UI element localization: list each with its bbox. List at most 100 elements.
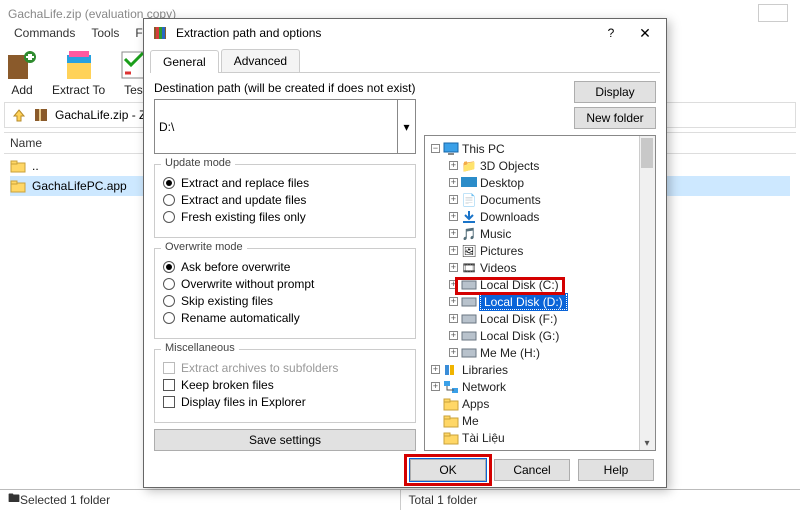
tree-libraries[interactable]: Libraries <box>462 363 508 377</box>
check-display-explorer[interactable]: Display files in Explorer <box>163 395 407 409</box>
videos-icon: 🎞 <box>461 261 477 275</box>
save-settings-button[interactable]: Save settings <box>154 429 416 451</box>
disk-icon <box>461 278 477 292</box>
update-mode-group: Update mode Extract and replace files Ex… <box>154 164 416 238</box>
status-bar: 🖿 Selected 1 folder Total 1 folder <box>0 489 800 509</box>
extract-icon <box>63 49 95 81</box>
menu-commands[interactable]: Commands <box>14 26 75 40</box>
breadcrumb-text: GachaLife.zip - ZI <box>55 108 150 122</box>
tree-disk-g[interactable]: Local Disk (G:) <box>480 329 559 343</box>
menu-tools[interactable]: Tools <box>91 26 119 40</box>
tab-advanced[interactable]: Advanced <box>221 49 300 72</box>
status-right: Total 1 folder <box>401 490 800 510</box>
expander-icon[interactable]: + <box>449 314 458 323</box>
help-button[interactable]: Help <box>578 459 654 481</box>
tree-me[interactable]: Me <box>462 414 479 428</box>
check-extract-to-subfolders: Extract archives to subfolders <box>163 361 407 375</box>
tree-disk-h[interactable]: Me Me (H:) <box>480 346 540 360</box>
radio-extract-update[interactable]: Extract and update files <box>163 193 407 207</box>
tree-downloads[interactable]: Downloads <box>480 210 539 224</box>
tree-disk-f[interactable]: Local Disk (F:) <box>480 312 557 326</box>
archive-icon <box>33 107 49 123</box>
expander-icon[interactable]: + <box>449 212 458 221</box>
radio-fresh-existing[interactable]: Fresh existing files only <box>163 210 407 224</box>
expander-icon[interactable]: + <box>449 297 458 306</box>
expander-icon[interactable]: + <box>449 161 458 170</box>
radio-overwrite-noprompt[interactable]: Overwrite without prompt <box>163 277 407 291</box>
tree-videos[interactable]: Videos <box>480 261 516 275</box>
tree-network[interactable]: Network <box>462 380 506 394</box>
expander-icon[interactable]: + <box>449 178 458 187</box>
dialog-help-button[interactable]: ? <box>598 23 624 43</box>
tree-documents[interactable]: Documents <box>480 193 541 207</box>
window-min-button[interactable] <box>758 4 788 22</box>
check-keep-broken[interactable]: Keep broken files <box>163 378 407 392</box>
disk-icon <box>461 329 477 343</box>
winrar-icon <box>152 25 168 41</box>
radio-extract-replace[interactable]: Extract and replace files <box>163 176 407 190</box>
radio-skip-existing[interactable]: Skip existing files <box>163 294 407 308</box>
ok-button[interactable]: OK <box>410 459 486 481</box>
app-label: GachaLifePC.app <box>32 179 127 193</box>
folder-icon <box>443 414 459 428</box>
disk-icon <box>461 346 477 360</box>
tree-disk-c[interactable]: Local Disk (C:) <box>480 278 559 292</box>
expander-icon[interactable]: + <box>449 348 458 357</box>
expander-icon[interactable]: + <box>449 280 458 289</box>
expander-icon[interactable]: + <box>449 246 458 255</box>
disk-icon <box>461 312 477 326</box>
folder-icon <box>443 431 459 445</box>
radio-ask-before[interactable]: Ask before overwrite <box>163 260 407 274</box>
network-icon <box>443 380 459 394</box>
radio-rename-auto[interactable]: Rename automatically <box>163 311 407 325</box>
dialog-title: Extraction path and options <box>176 26 590 40</box>
extraction-dialog: Extraction path and options ? ✕ General … <box>143 18 667 488</box>
desktop-icon <box>461 176 477 190</box>
libraries-icon <box>443 363 459 377</box>
scroll-thumb[interactable] <box>641 138 653 168</box>
toolbar-add-button[interactable]: Add <box>6 49 38 97</box>
folder-icon: 📁 <box>461 159 477 173</box>
tab-general[interactable]: General <box>150 50 219 73</box>
toolbar-add-label: Add <box>11 83 32 97</box>
expander-icon[interactable]: + <box>449 263 458 272</box>
destination-dropdown-icon[interactable]: ▾ <box>397 100 415 153</box>
tree-disk-d[interactable]: Local Disk (D:) <box>480 294 567 310</box>
expander-icon[interactable]: − <box>431 144 440 153</box>
overwrite-mode-legend: Overwrite mode <box>161 241 247 253</box>
add-icon <box>6 49 38 81</box>
toolbar-extract-button[interactable]: Extract To <box>52 49 105 97</box>
folder-tree[interactable]: − This PC +📁3D Objects +Desktop +📄Docume… <box>424 135 656 451</box>
tree-music[interactable]: Music <box>480 227 511 241</box>
dialog-tabs: General Advanced <box>150 49 660 73</box>
pc-icon <box>443 142 459 156</box>
cancel-button[interactable]: Cancel <box>494 459 570 481</box>
destination-path-value: D:\ <box>155 120 174 134</box>
expander-icon[interactable]: + <box>449 331 458 340</box>
destination-path-input[interactable]: D:\ ▾ <box>154 99 416 154</box>
expander-icon[interactable]: + <box>431 365 440 374</box>
expander-icon[interactable]: + <box>449 195 458 204</box>
expander-icon[interactable]: + <box>431 382 440 391</box>
tree-apps[interactable]: Apps <box>462 397 489 411</box>
status-left: 🖿 Selected 1 folder <box>0 490 401 510</box>
tree-pictures[interactable]: Pictures <box>480 244 523 258</box>
new-folder-button[interactable]: New folder <box>574 107 656 129</box>
tree-tailieu[interactable]: Tài Liệu <box>462 431 505 445</box>
music-icon: 🎵 <box>461 227 477 241</box>
tree-3d-objects[interactable]: 3D Objects <box>480 159 539 173</box>
dialog-titlebar: Extraction path and options ? ✕ <box>144 19 666 47</box>
tree-this-pc[interactable]: This PC <box>462 142 505 156</box>
tree-desktop[interactable]: Desktop <box>480 176 524 190</box>
up-label: .. <box>32 159 39 173</box>
dialog-close-button[interactable]: ✕ <box>632 23 658 43</box>
folder-icon <box>10 179 26 193</box>
expander-icon[interactable]: + <box>449 229 458 238</box>
scroll-down-icon[interactable]: ▾ <box>641 436 653 450</box>
disk-icon <box>461 295 477 309</box>
display-button[interactable]: Display <box>574 81 656 103</box>
up-icon[interactable] <box>11 107 27 123</box>
tree-scrollbar[interactable]: ▴ ▾ <box>639 136 655 450</box>
overwrite-mode-group: Overwrite mode Ask before overwrite Over… <box>154 248 416 339</box>
destination-path-label: Destination path (will be created if doe… <box>154 81 416 95</box>
